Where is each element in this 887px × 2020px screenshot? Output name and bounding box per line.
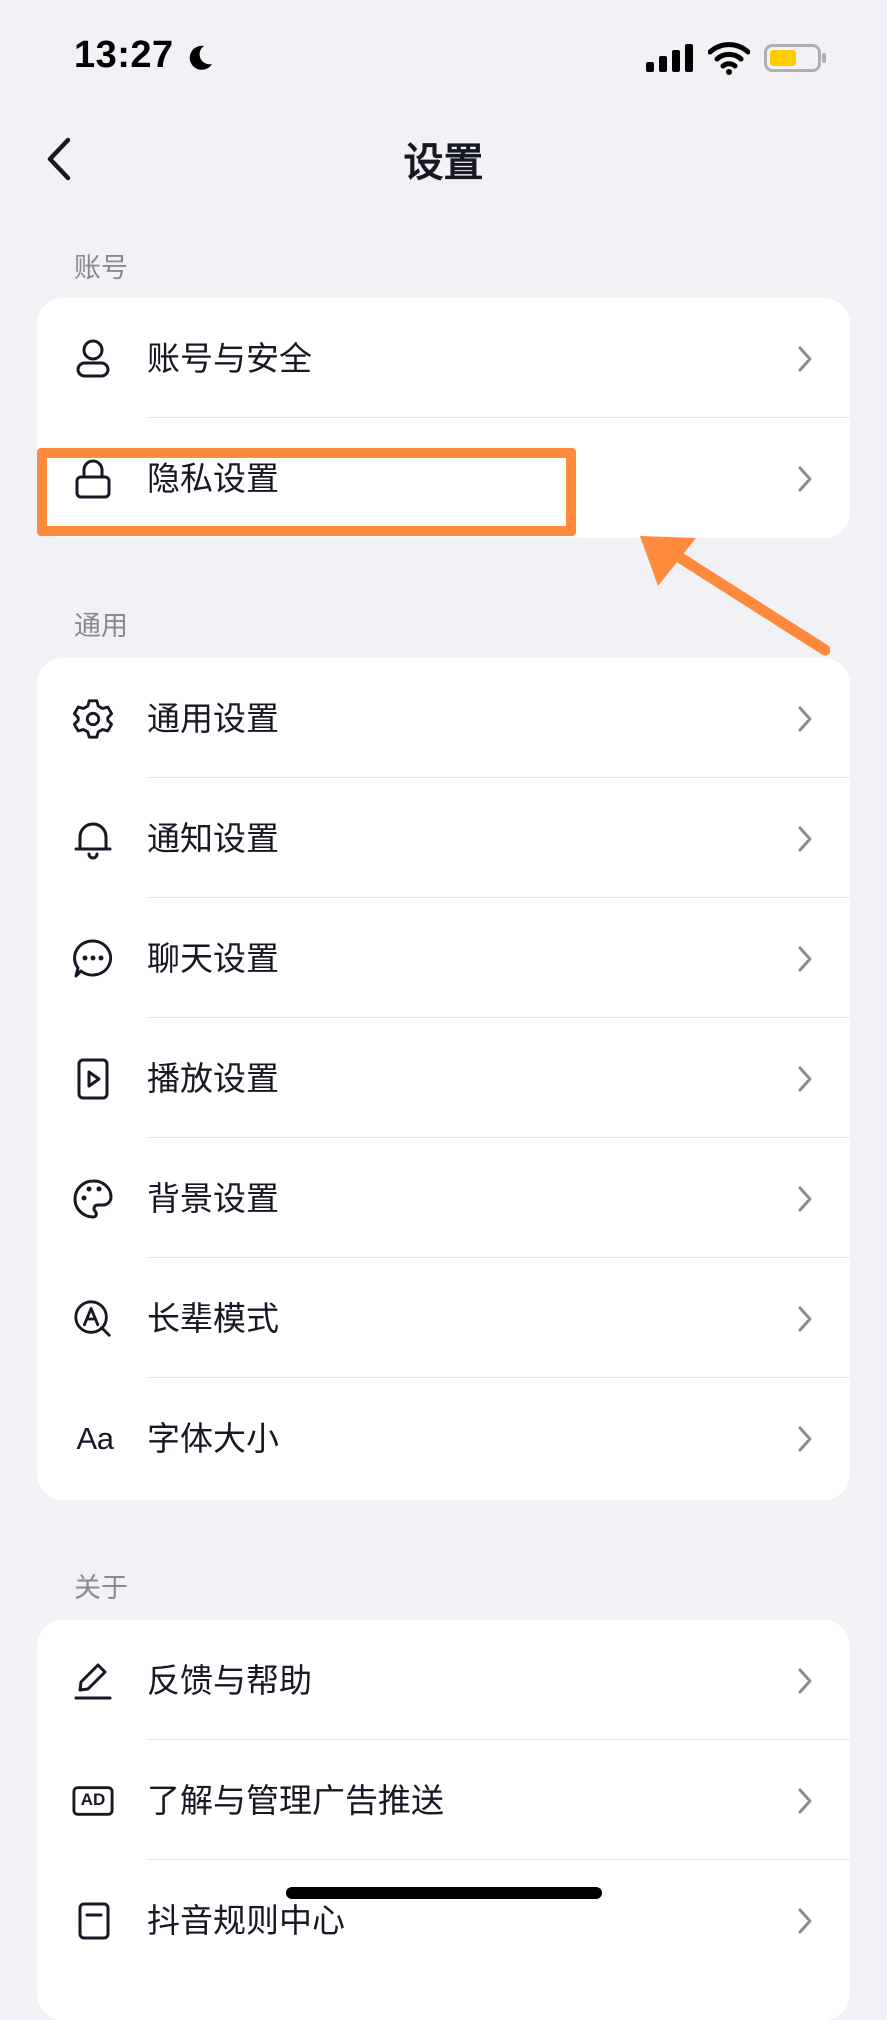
general-card: 通用设置 通知设置 聊天设置 播放设置 背景设置 长辈模式 Aa 字体大小 [37, 658, 850, 1500]
settings-row-font-size[interactable]: Aa 字体大小 [37, 1378, 850, 1498]
chevron-right-icon [798, 946, 812, 972]
arrow-annotation [640, 536, 830, 656]
chevron-right-icon [798, 1426, 812, 1452]
settings-row-chat[interactable]: 聊天设置 [37, 898, 850, 1018]
row-label: 聊天设置 [147, 939, 279, 978]
row-label: 背景设置 [147, 1179, 279, 1218]
battery-icon [764, 44, 826, 72]
row-label: 了解与管理广告推送 [147, 1781, 444, 1820]
chevron-right-icon [798, 466, 812, 492]
person-icon [72, 338, 114, 380]
moon-icon [189, 45, 212, 70]
settings-row-general[interactable]: 通用设置 [37, 658, 850, 778]
chevron-right-icon [798, 706, 812, 732]
section-label-account: 账号 [74, 253, 128, 284]
navigation-bar: 设置 [0, 110, 887, 208]
chevron-right-icon [798, 1668, 812, 1694]
settings-row-elder-mode[interactable]: 长辈模式 [37, 1258, 850, 1378]
page-title: 设置 [403, 140, 484, 186]
gear-icon [72, 698, 114, 740]
settings-row-playback[interactable]: 播放设置 [37, 1018, 850, 1138]
palette-icon [72, 1178, 114, 1220]
chevron-right-icon [798, 1306, 812, 1332]
section-label-about: 关于 [74, 1573, 128, 1604]
ad-icon: AD [72, 1780, 114, 1822]
status-bar: 13:27 [0, 0, 887, 110]
elder-mode-icon [72, 1298, 114, 1340]
row-label: 通用设置 [147, 699, 279, 738]
chevron-right-icon [798, 1908, 812, 1934]
document-icon [72, 1900, 114, 1942]
highlight-box-annotation [37, 448, 576, 536]
settings-row-ads[interactable]: AD 了解与管理广告推送 [37, 1740, 850, 1860]
font-size-icon-text: Aa [76, 1421, 114, 1456]
settings-row-rules-center[interactable]: 抖音规则中心 [37, 1860, 850, 1980]
home-indicator[interactable] [286, 1887, 602, 1899]
cellular-signal-icon [646, 44, 693, 72]
row-label: 账号与安全 [147, 339, 312, 378]
settings-row-feedback[interactable]: 反馈与帮助 [37, 1620, 850, 1740]
chevron-right-icon [798, 346, 812, 372]
wifi-icon [708, 42, 750, 75]
play-icon [72, 1058, 114, 1100]
row-label: 字体大小 [147, 1419, 279, 1458]
row-label: 抖音规则中心 [147, 1901, 345, 1940]
row-label: 通知设置 [147, 819, 279, 858]
settings-row-account-security[interactable]: 账号与安全 [37, 298, 850, 418]
chat-bubble-icon [72, 938, 114, 980]
row-label: 反馈与帮助 [147, 1661, 312, 1700]
chevron-right-icon [798, 1186, 812, 1212]
chevron-right-icon [798, 826, 812, 852]
ad-icon-text: AD [80, 1790, 106, 1809]
bell-icon [72, 818, 114, 860]
settings-row-background[interactable]: 背景设置 [37, 1138, 850, 1258]
about-card: 反馈与帮助 AD 了解与管理广告推送 抖音规则中心 [37, 1620, 850, 2020]
pencil-icon [72, 1660, 114, 1702]
status-time: 13:27 [74, 34, 174, 76]
chevron-right-icon [798, 1066, 812, 1092]
section-label-general: 通用 [74, 611, 128, 642]
chevron-right-icon [798, 1788, 812, 1814]
font-size-icon: Aa [72, 1418, 114, 1460]
settings-row-notification[interactable]: 通知设置 [37, 778, 850, 898]
row-label: 长辈模式 [147, 1299, 279, 1338]
row-label: 播放设置 [147, 1059, 279, 1098]
